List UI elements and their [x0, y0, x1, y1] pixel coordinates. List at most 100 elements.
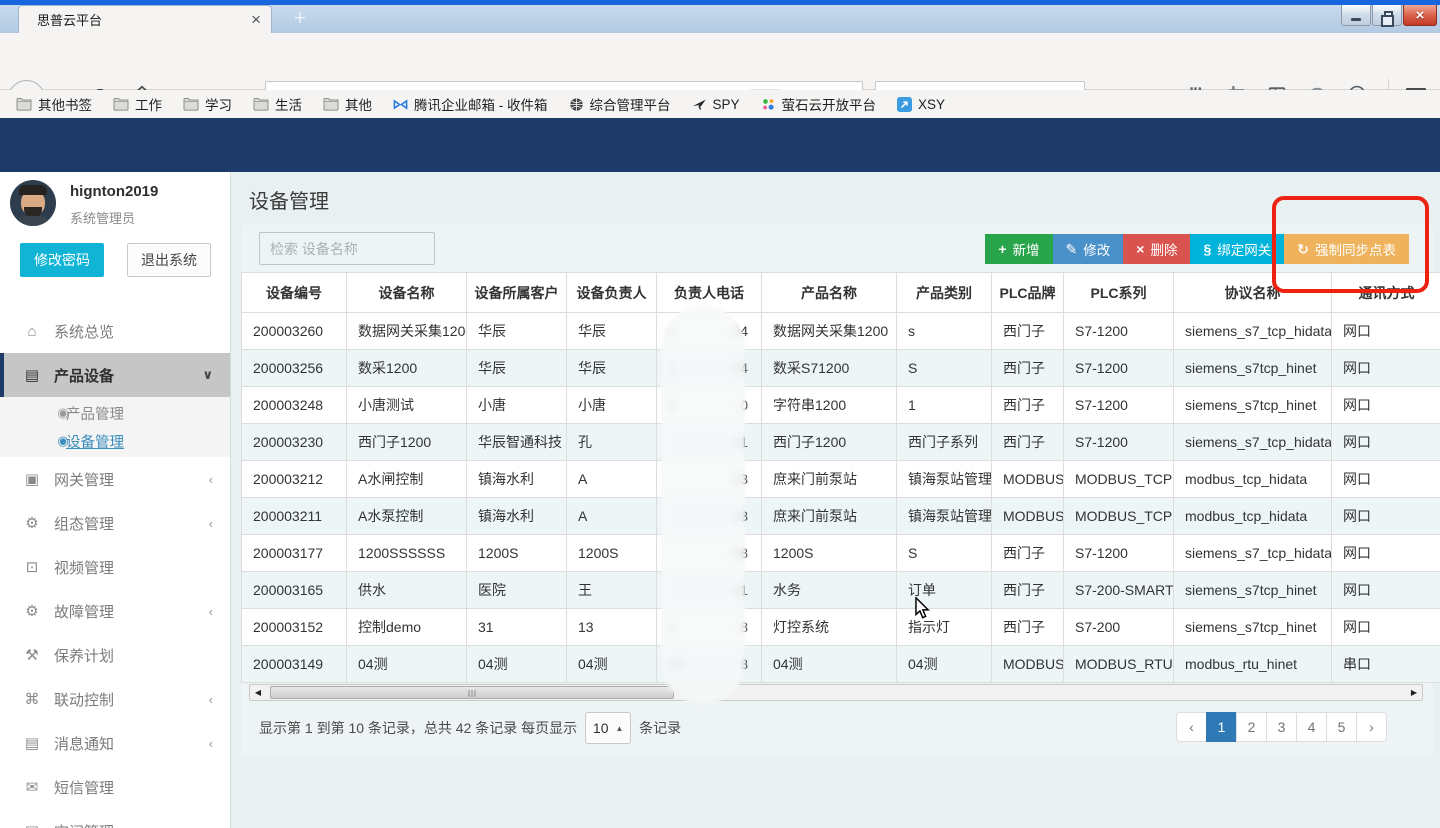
table-row[interactable]: 200003256数采1200华辰华辰104数采S71200S西门子S7-120… — [242, 350, 1440, 387]
table-row[interactable]: 200003165供水医院王41水务订单西门子S7-200-SMARTsieme… — [242, 572, 1440, 609]
sidebar-item-设备管理[interactable]: ◉设备管理 — [0, 427, 230, 455]
toolbar-button-新增[interactable]: +新增 — [985, 234, 1052, 264]
cell-product: 字符串1200 — [762, 387, 897, 424]
table-row[interactable]: 200003248小唐测试小唐小唐10字符串12001西门子S7-1200sie… — [242, 387, 1440, 424]
window-minimize-button[interactable] — [1341, 5, 1371, 26]
tab-close-icon[interactable]: × — [251, 11, 261, 28]
sidebar-item-产品管理[interactable]: ◉产品管理 — [0, 399, 230, 427]
table-row[interactable]: 2000031771200SSSSSS1200S1200S881200SS西门子… — [242, 535, 1440, 572]
bookmark-item[interactable]: XSY — [897, 97, 945, 112]
table-row[interactable]: 20000314904测04测04测15804测04测MODBUSMODBUS_… — [242, 646, 1440, 683]
cell-comm: 网口 — [1332, 387, 1440, 424]
sidebar-item-视频管理[interactable]: ⊡视频管理 — [0, 545, 230, 589]
bookmark-item[interactable]: 其他书签 — [16, 94, 92, 114]
pager: ‹12345› — [1176, 712, 1387, 742]
pager-page-3[interactable]: 3 — [1266, 712, 1297, 742]
bookmark-label: 其他书签 — [38, 94, 92, 114]
tencent-mail-icon — [393, 97, 408, 112]
horizontal-scrollbar[interactable]: ◀ ▶ — [249, 684, 1423, 701]
browser-tab[interactable]: 思普云平台 × — [18, 5, 272, 33]
change-password-button[interactable]: 修改密码 — [20, 243, 104, 277]
cell-plc_series: S7-200-SMART — [1064, 572, 1174, 609]
cell-category: 西门子系列 — [897, 424, 992, 461]
book-icon: ▤ — [21, 734, 43, 752]
page-title: 设备管理 — [249, 185, 329, 214]
cell-comm: 网口 — [1332, 572, 1440, 609]
cell-id: 200003260 — [242, 313, 347, 350]
pager-page-4[interactable]: 4 — [1296, 712, 1327, 742]
sidebar-item-联动控制[interactable]: ⌘联动控制‹ — [0, 677, 230, 721]
sidebar-item-故障管理[interactable]: ⚙故障管理‹ — [0, 589, 230, 633]
ys7-icon — [761, 97, 776, 112]
scrollbar-thumb[interactable] — [270, 686, 674, 699]
cell-id: 200003149 — [242, 646, 347, 683]
sidebar-item-网关管理[interactable]: ▣网关管理‹ — [0, 457, 230, 501]
sidebar-item-消息通知[interactable]: ▤消息通知‹ — [0, 721, 230, 765]
pager-page-1[interactable]: 1 — [1206, 712, 1237, 742]
column-header-PLC系列[interactable]: PLC系列 — [1064, 273, 1174, 313]
bookmark-item[interactable]: 综合管理平台 — [569, 94, 671, 114]
bookmark-item[interactable]: 工作 — [113, 94, 162, 114]
sitemap-icon: ⌘ — [21, 690, 43, 708]
scroll-right-icon[interactable]: ▶ — [1406, 688, 1422, 697]
column-header-PLC品牌[interactable]: PLC品牌 — [992, 273, 1064, 313]
toolbar-button-删除[interactable]: ×删除 — [1123, 234, 1190, 264]
cell-category: 镇海泵站管理 — [897, 461, 992, 498]
column-header-设备所属客户[interactable]: 设备所属客户 — [467, 273, 567, 313]
page-size-select[interactable]: 10 ▲ — [585, 712, 631, 744]
sidebar-item-保养计划[interactable]: ⚒保养计划 — [0, 633, 230, 677]
bookmark-label: 萤石云开放平台 — [782, 94, 877, 114]
pager-page-2[interactable]: 2 — [1236, 712, 1267, 742]
cell-plc_brand: 西门子 — [992, 350, 1064, 387]
table-row[interactable]: 200003152控制demo311318灯控系统指示灯西门子S7-200sie… — [242, 609, 1440, 646]
table-row[interactable]: 200003211A水泵控制镇海水利A33庶来门前泵站镇海泵站管理MODBUSM… — [242, 498, 1440, 535]
bookmark-item[interactable]: 学习 — [183, 94, 232, 114]
cell-product: 水务 — [762, 572, 897, 609]
sidebar-item-产品设备[interactable]: ▤产品设备∨ — [0, 353, 230, 397]
chevron-left-icon: ‹ — [209, 604, 213, 619]
window-close-button[interactable]: × — [1403, 5, 1437, 26]
column-header-设备编号[interactable]: 设备编号 — [242, 273, 347, 313]
bookmark-item[interactable]: 生活 — [253, 94, 302, 114]
logout-button[interactable]: 退出系统 — [127, 243, 211, 277]
bookmark-item[interactable]: SPY — [692, 97, 740, 112]
cell-name: 控制demo — [347, 609, 467, 646]
table-row[interactable]: 200003230西门子1200华辰智通科技孔31西门子1200西门子系列西门子… — [242, 424, 1440, 461]
column-header-产品类别[interactable]: 产品类别 — [897, 273, 992, 313]
cell-name: 供水 — [347, 572, 467, 609]
pager-prev[interactable]: ‹ — [1176, 712, 1207, 742]
sidebar-item-组态管理[interactable]: ⚙组态管理‹ — [0, 501, 230, 545]
device-search-input[interactable] — [259, 232, 435, 265]
window-restore-button[interactable] — [1372, 5, 1402, 26]
scroll-left-icon[interactable]: ◀ — [250, 688, 266, 697]
new-tab-button[interactable]: + — [284, 8, 316, 32]
cell-protocol: siemens_s7tcp_hinet — [1174, 387, 1332, 424]
pager-page-5[interactable]: 5 — [1326, 712, 1357, 742]
table-row[interactable]: 200003260数据网关采集1200华辰华辰104数据网关采集1200s西门子… — [242, 313, 1440, 350]
cell-plc_series: MODBUS_TCP — [1064, 498, 1174, 535]
pencil-icon: ✎ — [1066, 241, 1078, 258]
bookmark-item[interactable]: 萤石云开放平台 — [761, 94, 877, 114]
cell-protocol: siemens_s7_tcp_hidata — [1174, 535, 1332, 572]
pager-next[interactable]: › — [1356, 712, 1387, 742]
column-header-设备负责人[interactable]: 设备负责人 — [567, 273, 657, 313]
bookmark-item[interactable]: 腾讯企业邮箱 - 收件箱 — [393, 94, 548, 114]
cell-plc_series: S7-1200 — [1064, 424, 1174, 461]
gateway-icon: ▣ — [21, 822, 43, 828]
column-header-设备名称[interactable]: 设备名称 — [347, 273, 467, 313]
bookmark-item[interactable]: 其他 — [323, 94, 372, 114]
toolbar-button-修改[interactable]: ✎修改 — [1053, 234, 1124, 264]
cell-product: 1200S — [762, 535, 897, 572]
sidebar-item-短信管理[interactable]: ✉短信管理 — [0, 765, 230, 809]
sidebar-item-空间管理[interactable]: ▣空间管理 — [0, 809, 230, 828]
cell-plc_brand: 西门子 — [992, 387, 1064, 424]
column-header-产品名称[interactable]: 产品名称 — [762, 273, 897, 313]
cell-owner: 13 — [567, 609, 657, 646]
sidebar-item-系统总览[interactable]: ⌂系统总览 — [0, 309, 230, 353]
window-controls: × — [1341, 5, 1437, 26]
sidebar-item-label: 产品设备 — [54, 365, 114, 386]
avatar[interactable] — [10, 180, 56, 226]
mouse-cursor — [914, 597, 932, 619]
toolbar-button-绑定网关[interactable]: §绑定网关 — [1190, 234, 1284, 264]
table-row[interactable]: 200003212A水闸控制镇海水利A33庶来门前泵站镇海泵站管理MODBUSM… — [242, 461, 1440, 498]
